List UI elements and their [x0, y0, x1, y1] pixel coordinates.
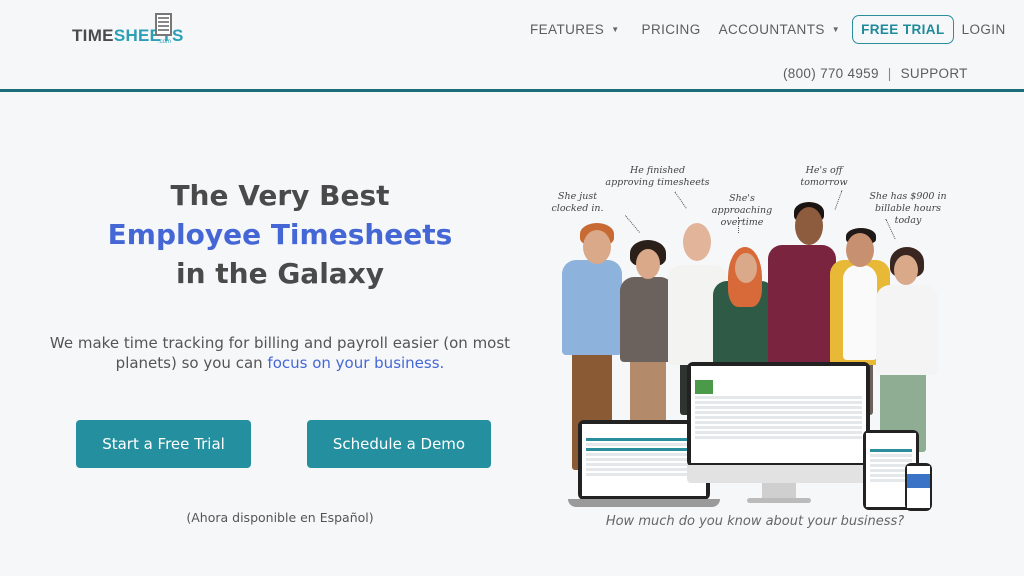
login-link[interactable]: LOGIN [962, 22, 1006, 37]
annotation-overtime: She's approaching overtime [711, 193, 773, 228]
dotted-arrow-icon [674, 191, 687, 209]
header-divider [0, 89, 1024, 92]
dotted-arrow-icon [625, 215, 640, 233]
free-trial-button[interactable]: FREE TRIAL [852, 14, 954, 44]
site-header: TIMESHEETS .com FEATURES ▼ PRICING ACCOU… [0, 0, 1024, 92]
nav-accountants[interactable]: ACCOUNTANTS ▼ [719, 22, 840, 37]
separator: | [887, 66, 892, 81]
annotation-clocked-in: She just clocked in. [551, 191, 604, 214]
hero-subtitle-accent: focus on your business. [267, 354, 445, 372]
hero-subtitle: We make time tracking for billing and pa… [40, 333, 520, 373]
caret-down-icon: ▼ [831, 24, 841, 34]
nav-pricing-label: PRICING [641, 21, 701, 37]
main-nav: FEATURES ▼ PRICING ACCOUNTANTS ▼ FREE TR… [530, 14, 1006, 44]
spanish-availability-note[interactable]: (Ahora disponible en Español) [120, 510, 440, 525]
monitor-stand [762, 483, 796, 499]
annotation-billable-hours: She has $900 in billable hours today [869, 191, 947, 226]
monitor-foot [747, 498, 811, 503]
monitor-chin [687, 465, 870, 483]
support-link[interactable]: SUPPORT [901, 66, 968, 81]
hero-title-accent: Employee Timesheets [107, 218, 453, 251]
timesheets-logo[interactable]: TIMESHEETS .com [72, 12, 184, 48]
contact-bar: (800) 770 4959 | SUPPORT [783, 66, 968, 81]
nav-features-label: FEATURES [530, 21, 605, 37]
phone-number[interactable]: (800) 770 4959 [783, 66, 879, 81]
annotation-off-tomorrow: He's off tomorrow [800, 165, 848, 188]
start-free-trial-button[interactable]: Start a Free Trial [76, 420, 251, 468]
hero-title-line3: in the Galaxy [175, 257, 385, 290]
hero-title: The Very Best Employee Timesheets in the… [60, 176, 500, 293]
nav-pricing[interactable]: PRICING [642, 22, 701, 37]
dotted-arrow-icon [834, 190, 843, 210]
logo-text-time: TIME [72, 26, 114, 45]
laptop-base [568, 499, 720, 507]
phone-mockup [905, 463, 932, 511]
hero-illustration: She just clocked in. He finished approvi… [550, 155, 970, 515]
dotted-arrow-icon [738, 217, 739, 233]
hero-title-line1: The Very Best [170, 179, 390, 212]
illustration-caption: How much do you know about your business… [605, 514, 905, 529]
timesheet-document-icon [155, 13, 172, 36]
logo-text-sheets: SHEETS [113, 26, 184, 45]
nav-accountants-label: ACCOUNTANTS [718, 21, 825, 37]
logo-suffix: .com [158, 39, 172, 45]
monitor-mockup [687, 362, 870, 467]
annotation-approved: He finished approving timesheets [605, 165, 710, 188]
schedule-demo-button[interactable]: Schedule a Demo [307, 420, 491, 468]
caret-down-icon: ▼ [611, 24, 620, 34]
nav-features[interactable]: FEATURES ▼ [530, 22, 620, 37]
